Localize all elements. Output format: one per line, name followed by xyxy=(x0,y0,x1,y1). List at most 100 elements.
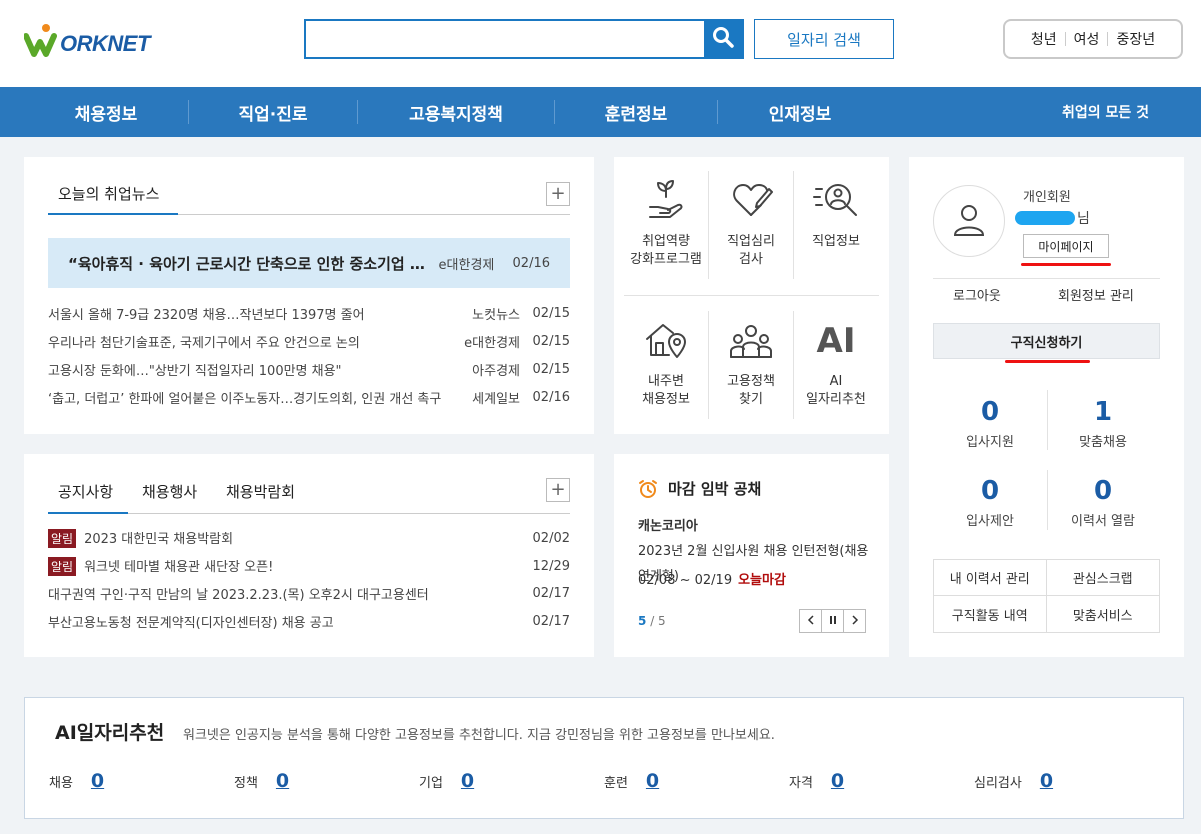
tab-job-fair[interactable]: 채용박람회 xyxy=(226,481,295,502)
nav-item-training[interactable]: 훈련정보 xyxy=(555,87,717,137)
search-input[interactable] xyxy=(306,21,704,57)
logout-link[interactable]: 로그아웃 xyxy=(953,285,1001,304)
notice-panel: 공지사항 채용행사 채용박람회 + 알림 2023 대한민국 채용박람회 02/0… xyxy=(24,454,594,657)
page-total: / 5 xyxy=(650,614,666,628)
news-more-button[interactable]: + xyxy=(546,182,570,206)
news-headline[interactable]: “육아휴직 · 육아기 근로시간 단축으로 인한 중소기업 대체인력 지원 확대… xyxy=(48,238,570,288)
news-headline-title: “육아휴직 · 육아기 근로시간 단축으로 인한 중소기업 대체인력 지원 확대… xyxy=(68,254,427,273)
job-activity-link[interactable]: 구직활동 내역 xyxy=(934,596,1047,632)
service-label: 직업심리 검사 xyxy=(727,234,775,267)
pause-button[interactable] xyxy=(821,609,844,633)
deadline-pagination-text: 5 / 5 xyxy=(638,614,666,628)
ai-item-training[interactable]: 훈련 0 xyxy=(604,770,659,792)
news-item-date: 02/15 xyxy=(532,305,570,321)
nav-item-career[interactable]: 직업·진로 xyxy=(189,87,357,137)
nav-all-about-jobs[interactable]: 취업의 모든 것 xyxy=(1062,87,1149,137)
service-label: 내주변 채용정보 xyxy=(642,374,690,407)
notice-item-title: 대구권역 구인·구직 만남의 날 2023.2.23.(목) 오후2시 대구고용… xyxy=(48,587,429,603)
ai-item-psych-test[interactable]: 심리검사 0 xyxy=(974,770,1053,792)
member-name: 님 xyxy=(1015,208,1090,228)
job-search-button[interactable]: 일자리 검색 xyxy=(754,19,894,59)
notice-item-date: 02/02 xyxy=(532,530,570,546)
custom-service-link[interactable]: 맞춤서비스 xyxy=(1047,596,1160,632)
news-item[interactable]: 서울시 올해 7-9급 2320명 채용…작년보다 1397명 줄어 노컷뉴스 … xyxy=(48,302,570,324)
news-item-source: 아주경제 xyxy=(472,363,520,379)
redacted-name xyxy=(1015,211,1075,225)
tab-notice[interactable]: 공지사항 xyxy=(58,481,113,502)
logo-w-mark xyxy=(23,22,64,58)
prev-button[interactable] xyxy=(799,609,822,633)
notice-item-title: 워크넷 테마별 채용관 새단장 오픈! xyxy=(84,560,274,575)
tab-today-news[interactable]: 오늘의 취업뉴스 xyxy=(58,183,159,204)
user-icon xyxy=(951,201,987,241)
service-nearby-jobs[interactable]: 내주변 채용정보 xyxy=(624,309,708,409)
service-label: 취업역량 강화프로그램 xyxy=(630,234,702,267)
plus-icon: + xyxy=(550,479,566,500)
news-item-title: 고용시장 둔화에…"상반기 직접일자리 100만명 채용" xyxy=(48,363,342,379)
notice-item[interactable]: 대구권역 구인·구직 만남의 날 2023.2.23.(목) 오후2시 대구고용… xyxy=(48,582,570,604)
stat-value: 0 xyxy=(980,476,1000,506)
service-ai-job-recommendation[interactable]: AI AI 일자리추천 xyxy=(794,309,878,409)
ai-item-label: 기업 xyxy=(419,775,443,791)
stat-resume-views[interactable]: 0 이력서 열람 xyxy=(1046,476,1160,529)
job-application-button[interactable]: 구직신청하기 xyxy=(933,323,1160,359)
ai-icon: AI xyxy=(816,321,856,361)
member-type: 개인회원 xyxy=(1023,190,1071,205)
ai-item-label: 자격 xyxy=(789,775,813,791)
notice-item[interactable]: 알림 2023 대한민국 채용박람회 02/02 xyxy=(48,527,570,549)
audience-youth[interactable]: 청년 xyxy=(1023,29,1065,49)
stat-label: 입사지원 xyxy=(966,435,1014,450)
nav-item-employment-welfare[interactable]: 고용복지정책 xyxy=(358,87,554,137)
ai-item-value: 0 xyxy=(645,770,660,792)
services-panel: 취업역량 강화프로그램 직업심리 검사 직업정보 내주변 채용정보 고용정책 찾… xyxy=(614,157,889,434)
tab-recruit-events[interactable]: 채용행사 xyxy=(142,481,197,502)
mypage-button[interactable]: 마이페이지 xyxy=(1023,234,1109,258)
notice-more-button[interactable]: + xyxy=(546,478,570,502)
ai-item-certificate[interactable]: 자격 0 xyxy=(789,770,844,792)
news-item-title: ‘춥고, 더럽고’ 한파에 얼어붙은 이주노동자…경기도의회, 인권 개선 촉구 xyxy=(48,391,442,407)
alert-badge: 알림 xyxy=(48,557,77,576)
notice-item-title: 2023 대한민국 채용박람회 xyxy=(84,532,234,547)
stat-matched-jobs[interactable]: 1 맞춤채용 xyxy=(1046,397,1160,450)
nav-item-talent[interactable]: 인재정보 xyxy=(718,87,882,137)
ai-title: AI일자리추천 xyxy=(55,722,165,744)
worknet-logo[interactable]: ORKNET xyxy=(23,22,150,58)
scrap-link[interactable]: 관심스크랩 xyxy=(1046,560,1159,596)
news-item[interactable]: ‘춥고, 더럽고’ 한파에 얼어붙은 이주노동자…경기도의회, 인권 개선 촉구… xyxy=(48,386,570,408)
stat-applications[interactable]: 0 입사지원 xyxy=(933,397,1047,450)
service-find-employment-policy[interactable]: 고용정책 찾기 xyxy=(709,309,793,409)
sprout-hand-icon xyxy=(644,169,688,221)
resume-management-link[interactable]: 내 이력서 관리 xyxy=(934,560,1047,596)
next-button[interactable] xyxy=(843,609,866,633)
ai-item-recruit[interactable]: 채용 0 xyxy=(49,770,104,792)
alarm-clock-icon xyxy=(638,479,658,499)
nav-item-recruit-info[interactable]: 채용정보 xyxy=(24,87,188,137)
news-item[interactable]: 우리나라 첨단기술표준, 국제기구에서 주요 안건으로 논의 e대한경제 02/… xyxy=(48,330,570,352)
service-vocational-psych-test[interactable]: 직업심리 검사 xyxy=(709,169,793,269)
audience-switcher: 청년 여성 중장년 xyxy=(1003,19,1183,59)
news-item-source: e대한경제 xyxy=(464,335,520,351)
avatar xyxy=(933,185,1005,257)
quick-links: 내 이력서 관리 관심스크랩 구직활동 내역 맞춤서비스 xyxy=(933,559,1160,633)
deadline-date-range: 02/08 ~ 02/19 xyxy=(638,573,733,588)
notice-item-title: 부산고용노동청 전문계약직(디자인센터장) 채용 공고 xyxy=(48,615,334,631)
name-suffix: 님 xyxy=(1077,211,1090,227)
notice-item[interactable]: 알림 워크넷 테마별 채용관 새단장 오픈! 12/29 xyxy=(48,555,570,577)
audience-women[interactable]: 여성 xyxy=(1066,29,1108,49)
ai-item-policy[interactable]: 정책 0 xyxy=(234,770,289,792)
ai-item-company[interactable]: 기업 0 xyxy=(419,770,474,792)
notice-item[interactable]: 부산고용노동청 전문계약직(디자인센터장) 채용 공고 02/17 xyxy=(48,610,570,632)
member-info-link[interactable]: 회원정보 관리 xyxy=(1058,285,1134,304)
service-job-info[interactable]: 직업정보 xyxy=(794,169,878,251)
stat-offers[interactable]: 0 입사제안 xyxy=(933,476,1047,529)
service-job-competency[interactable]: 취업역량 강화프로그램 xyxy=(624,169,708,269)
search-button[interactable] xyxy=(704,21,742,57)
ai-item-label: 심리검사 xyxy=(974,775,1022,791)
stat-label: 이력서 열람 xyxy=(1071,514,1135,529)
news-item-date: 02/15 xyxy=(532,361,570,377)
news-item-source: 노컷뉴스 xyxy=(472,307,520,323)
deadline-title: 마감 임박 공채 xyxy=(638,478,761,499)
news-item[interactable]: 고용시장 둔화에…"상반기 직접일자리 100만명 채용" 아주경제 02/15 xyxy=(48,358,570,380)
audience-middle-aged[interactable]: 중장년 xyxy=(1108,29,1163,49)
service-label: 고용정책 찾기 xyxy=(727,374,775,407)
